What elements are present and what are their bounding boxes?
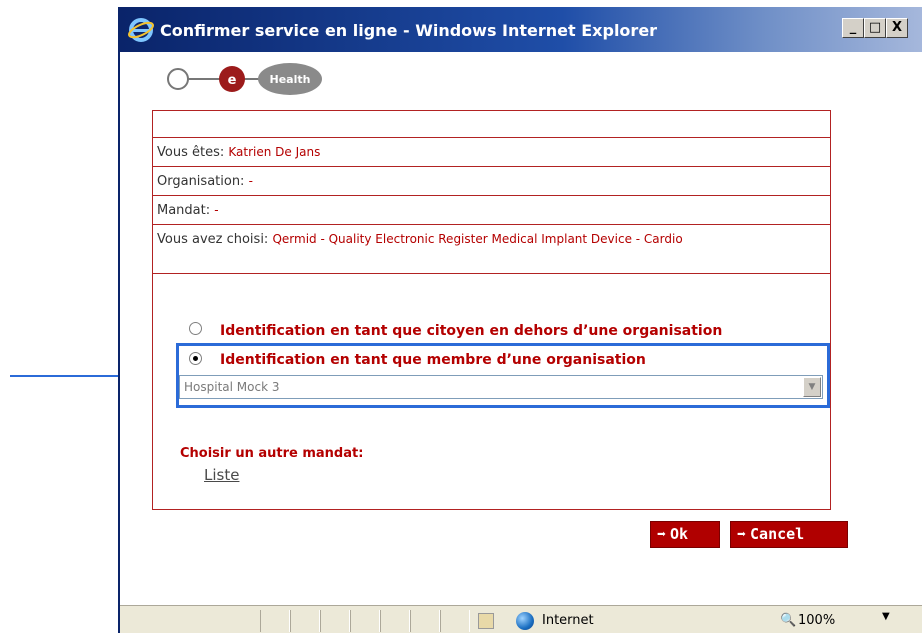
chevron-down-icon[interactable]: ▼	[803, 377, 821, 397]
organisation-select-value: Hospital Mock 3	[184, 380, 280, 394]
status-cell	[350, 610, 380, 632]
organisation-value: -	[248, 174, 253, 188]
chosen-service-value: Qermid - Quality Electronic Register Med…	[272, 232, 683, 246]
user-row: Vous êtes: Katrien De Jans	[153, 138, 830, 167]
cancel-button-label: Cancel	[750, 525, 805, 543]
confirmation-panel: Vous êtes: Katrien De Jans Organisation:…	[152, 110, 831, 510]
mandate-list-link[interactable]: Liste	[204, 466, 239, 484]
other-mandate-heading: Choisir un autre mandat:	[180, 446, 364, 461]
internet-zone-icon	[516, 612, 534, 630]
status-cell	[380, 610, 410, 632]
internet-explorer-icon	[128, 18, 154, 42]
ehealth-logo-word: Health	[270, 73, 311, 86]
mandate-value: -	[214, 203, 219, 217]
annotation-arrow-line	[10, 375, 128, 377]
status-cell	[260, 610, 290, 632]
zoom-level[interactable]: 100%	[798, 613, 835, 628]
ok-button-label: Ok	[670, 525, 689, 543]
organisation-row: Organisation: -	[153, 167, 830, 196]
title-bar[interactable]: Confirmer service en ligne - Windows Int…	[120, 7, 922, 52]
zoom-dropdown-icon[interactable]: ▼	[882, 611, 890, 622]
user-value: Katrien De Jans	[228, 145, 321, 159]
ehealth-logo-e: e	[228, 73, 237, 88]
panel-header-row	[153, 111, 830, 138]
status-cell	[320, 610, 350, 632]
cancel-button[interactable]: ➡ Cancel	[730, 521, 848, 548]
status-bar: Internet 🔍 100% ▼	[120, 605, 922, 633]
mandate-row: Mandat: -	[153, 196, 830, 225]
member-radio[interactable]	[189, 352, 202, 365]
organisation-label: Organisation:	[157, 174, 245, 189]
mandate-label: Mandat:	[157, 203, 211, 218]
arrow-right-icon: ➡	[737, 525, 747, 543]
zoom-icon[interactable]: 🔍	[780, 613, 796, 628]
ie-window: Confirmer service en ligne - Windows Int…	[118, 7, 922, 633]
status-cell	[290, 610, 320, 632]
user-label: Vous êtes:	[157, 145, 225, 160]
maximize-button[interactable]: □	[864, 18, 886, 38]
status-cell	[440, 610, 470, 632]
close-button[interactable]: X	[886, 18, 908, 38]
ehealth-logo: e Health	[167, 63, 322, 95]
chosen-service-label: Vous avez choisi:	[157, 232, 269, 247]
arrow-right-icon: ➡	[657, 525, 667, 543]
window-title: Confirmer service en ligne - Windows Int…	[160, 21, 658, 40]
security-zone-label[interactable]: Internet	[542, 613, 594, 628]
member-option-label[interactable]: Identification en tant que membre d’une …	[220, 352, 646, 368]
citizen-radio[interactable]	[189, 322, 202, 335]
status-cell	[410, 610, 440, 632]
ok-button[interactable]: ➡ Ok	[650, 521, 720, 548]
citizen-option-label[interactable]: Identification en tant que citoyen en de…	[220, 323, 722, 339]
minimize-button[interactable]: _	[842, 18, 864, 38]
protected-mode-icon[interactable]	[478, 613, 494, 629]
organisation-select[interactable]: Hospital Mock 3 ▼	[179, 375, 823, 399]
chosen-service-row: Vous avez choisi: Qermid - Quality Elect…	[153, 225, 830, 274]
